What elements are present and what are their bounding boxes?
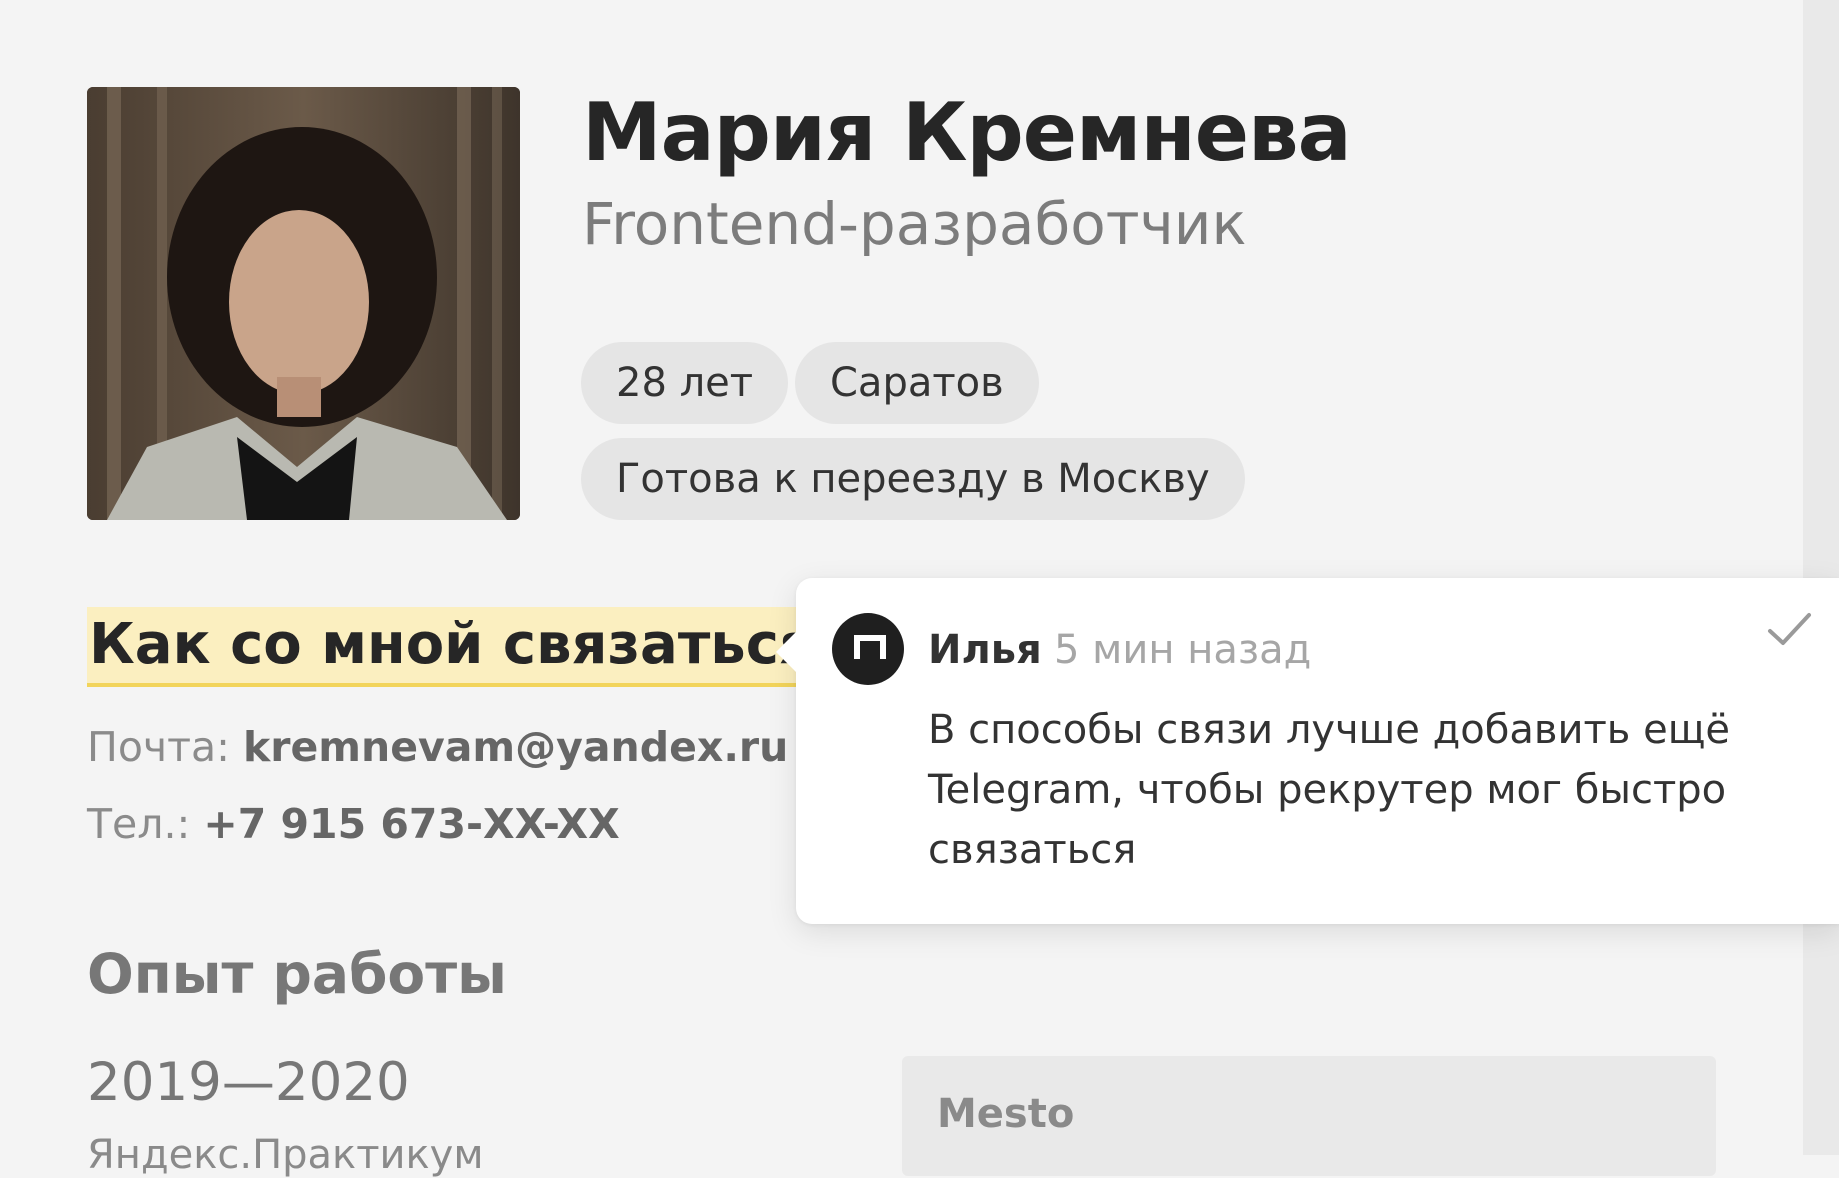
review-comment-popover: Илья 5 мин назад В способы связи лучше д… xyxy=(776,578,1839,924)
comment-text: В способы связи лучше добавить ещё Teleg… xyxy=(928,707,1730,873)
profile-photo-image xyxy=(87,87,520,520)
tag-relocation: Готова к переезду в Москву xyxy=(581,438,1245,520)
experience-years: 2019—2020 xyxy=(87,1052,410,1113)
practicum-logo-icon xyxy=(832,613,904,685)
contacts-heading-highlighted[interactable]: Как со мной связаться xyxy=(87,607,817,687)
profile-name: Мария Кремнева xyxy=(582,86,1352,179)
experience-heading: Опыт работы xyxy=(87,942,507,1006)
email-label: Почта: xyxy=(87,723,230,771)
project-name: Mesto xyxy=(937,1091,1075,1137)
profile-role: Frontend-разработчик xyxy=(582,190,1247,258)
comment-pointer xyxy=(776,632,796,672)
experience-company: Яндекс.Практикум xyxy=(87,1132,484,1178)
comment-time: 5 мин назад xyxy=(1054,627,1312,673)
contact-phone: Тел.: +7 915 673-XX-XX xyxy=(87,800,620,848)
contact-email: Почта: kremnevam@yandex.ru xyxy=(87,723,788,771)
profile-photo xyxy=(87,87,520,520)
phone-value[interactable]: +7 915 673-XX-XX xyxy=(203,800,619,848)
comment-author: Илья xyxy=(928,627,1042,673)
phone-label: Тел.: xyxy=(87,800,191,848)
project-card[interactable]: Mesto xyxy=(902,1056,1716,1176)
check-icon[interactable] xyxy=(1764,604,1814,654)
tag-city: Саратов xyxy=(795,342,1039,424)
email-value[interactable]: kremnevam@yandex.ru xyxy=(243,723,788,771)
tag-age: 28 лет xyxy=(581,342,789,424)
